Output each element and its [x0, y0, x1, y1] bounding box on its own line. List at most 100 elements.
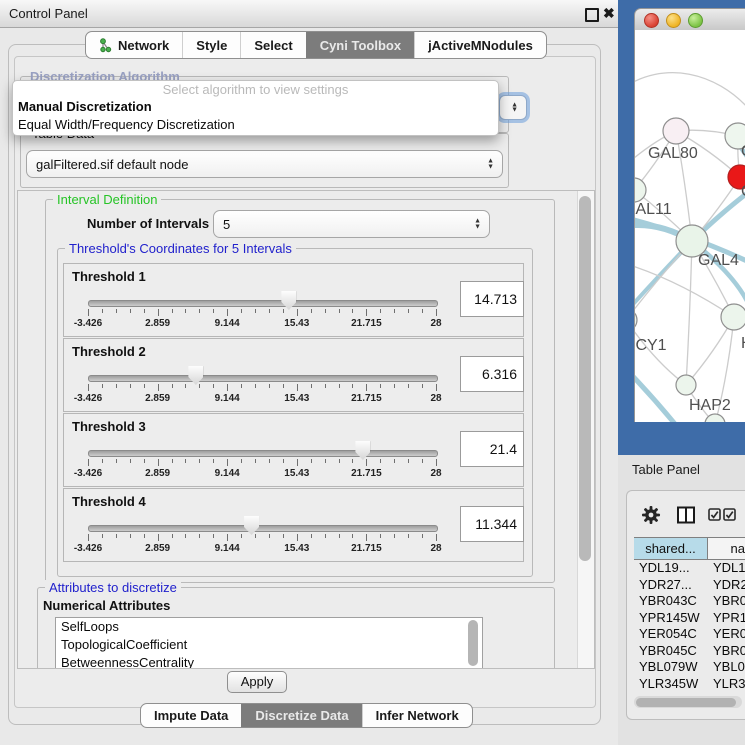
tab-cyni-toolbox[interactable]: Cyni Toolbox	[306, 32, 414, 58]
table-data-combo[interactable]: galFiltered.sif default node ▲▼	[26, 150, 503, 178]
tick-mark	[144, 384, 145, 388]
cell-name: YBR0	[713, 643, 745, 660]
algorithm-combo-end[interactable]: ▲▼	[499, 95, 527, 120]
tick-mark	[339, 459, 340, 463]
tick-mark	[339, 309, 340, 313]
attribute-item-topologicalcoefficient[interactable]: TopologicalCoefficient	[56, 636, 482, 654]
cell-shared-name: YBR045C	[634, 643, 713, 660]
table-column-header-name[interactable]: na	[708, 537, 745, 560]
checkbox-icon[interactable]	[723, 508, 736, 524]
table-row[interactable]: YLR345WYLR3	[634, 676, 745, 693]
tick-mark	[88, 384, 89, 391]
tab-discretize-data[interactable]: Discretize Data	[241, 704, 361, 727]
network-node-gcy1[interactable]	[635, 309, 637, 331]
network-view-canvas[interactable]: GAL80GACGAL11GAL4GCY1HHAP2	[634, 30, 745, 422]
table-data-combo-value: galFiltered.sif default node	[36, 157, 188, 172]
threshold-slider-track[interactable]	[88, 450, 438, 457]
network-node-label: GCY1	[635, 337, 667, 354]
table-row[interactable]: YPR145WYPR1	[634, 610, 745, 627]
network-node-hap2[interactable]	[676, 375, 696, 395]
control-panel-tab-bar: NetworkStyle Select Cyni ToolboxjActiveMNo…	[85, 31, 547, 59]
table-row[interactable]: YBL079WYBL0	[634, 659, 745, 676]
network-graph: GAL80GACGAL11GAL4GCY1HHAP2	[635, 30, 745, 422]
attribute-item-selfloops[interactable]: SelfLoops	[56, 618, 482, 636]
spinner-arrows-icon: ▲▼	[511, 102, 518, 113]
tab-style[interactable]: Style	[182, 32, 240, 58]
checkbox-icon[interactable]	[708, 508, 721, 524]
tick-mark	[241, 384, 242, 388]
threshold-value-field[interactable]: 14.713	[460, 281, 524, 317]
tick-mark	[394, 459, 395, 463]
threshold-value-field[interactable]: 6.316	[460, 356, 524, 392]
gear-icon[interactable]	[641, 505, 661, 528]
algorithm-option-manual-discretization[interactable]: Manual Discretization	[13, 98, 498, 116]
tab-network[interactable]: Network	[86, 32, 182, 58]
tick-mark	[311, 309, 312, 313]
apply-button[interactable]: Apply	[227, 671, 287, 693]
threshold-slider-thumb[interactable]	[281, 291, 296, 310]
tick-mark	[436, 309, 437, 316]
network-node-label: GAL80	[648, 145, 698, 162]
table-row[interactable]: YBR045CYBR0	[634, 643, 745, 660]
tick-mark	[213, 384, 214, 388]
scale-label: 15.43	[284, 468, 309, 479]
threshold-slider-track[interactable]	[88, 300, 438, 307]
tick-mark	[311, 534, 312, 538]
table-row[interactable]: YBR043CYBR0	[634, 593, 745, 610]
table-row[interactable]: YDL19...YDL1	[634, 560, 745, 577]
tab-label: Select	[254, 38, 292, 53]
float-window-icon[interactable]	[585, 8, 599, 22]
tick-mark	[283, 534, 284, 538]
scale-label: -3.426	[74, 468, 102, 479]
tick-mark	[339, 534, 340, 538]
zoom-window-icon[interactable]	[688, 13, 703, 28]
tick-mark	[241, 309, 242, 313]
settings-scrollbar-thumb[interactable]	[579, 196, 591, 561]
tab-infer-network[interactable]: Infer Network	[362, 704, 472, 727]
tick-mark	[422, 309, 423, 313]
table-row[interactable]: YDR27...YDR2	[634, 577, 745, 594]
tab-select[interactable]: Select	[240, 32, 305, 58]
number-of-intervals-value: 5	[223, 217, 230, 232]
tab-jactivemnodules[interactable]: jActiveMNodules	[414, 32, 546, 58]
tick-mark	[394, 534, 395, 538]
tab-impute-data[interactable]: Impute Data	[141, 704, 241, 727]
table-row[interactable]: YIL052CYIL0	[634, 692, 745, 694]
network-node-label: HAP2	[689, 397, 731, 414]
split-columns-icon[interactable]	[676, 505, 697, 528]
algorithm-popup-placeholder: Select algorithm to view settings	[13, 81, 498, 98]
tick-mark	[297, 384, 298, 391]
threshold-value-field[interactable]: 11.344	[460, 506, 524, 542]
cell-name: YDL1	[713, 560, 745, 577]
tick-mark	[241, 534, 242, 538]
threshold-slider-track[interactable]	[88, 525, 438, 532]
threshold-slider-thumb[interactable]	[188, 366, 203, 385]
network-node-gal80[interactable]	[663, 118, 689, 144]
close-window-icon[interactable]	[644, 13, 659, 28]
close-icon[interactable]: ✖	[603, 5, 615, 22]
attributes-list-scrollbar-thumb[interactable]	[468, 620, 478, 666]
minimize-window-icon[interactable]	[666, 13, 681, 28]
scale-label: -3.426	[74, 393, 102, 404]
tick-mark	[241, 459, 242, 463]
threshold-slider-thumb[interactable]	[244, 516, 259, 535]
tick-mark	[116, 309, 117, 313]
number-of-intervals-combo[interactable]: 5 ▲▼	[213, 210, 490, 238]
threshold-slider-thumb[interactable]	[355, 441, 370, 460]
spinner-arrows-icon: ▲▼	[474, 219, 481, 230]
tick-mark	[352, 309, 353, 313]
table-column-header-shared[interactable]: shared...	[634, 537, 708, 560]
threshold-value-field[interactable]: 21.4	[460, 431, 524, 467]
network-node-h[interactable]	[721, 304, 745, 330]
table-hscrollbar-thumb[interactable]	[636, 698, 736, 707]
tick-mark	[172, 534, 173, 538]
table-row[interactable]: YER054CYER0	[634, 626, 745, 643]
threshold-slider-track[interactable]	[88, 375, 438, 382]
threshold-label: Threshold 1	[72, 269, 146, 284]
attribute-item-betweennesscentrality[interactable]: BetweennessCentrality	[56, 654, 482, 669]
tick-mark	[227, 309, 228, 316]
network-window-titlebar	[634, 8, 745, 32]
algorithm-option-equal-width-frequency-discretization[interactable]: Equal Width/Frequency Discretization	[13, 116, 498, 134]
threshold-label: Threshold 3	[72, 419, 146, 434]
scale-label: -3.426	[74, 543, 102, 554]
